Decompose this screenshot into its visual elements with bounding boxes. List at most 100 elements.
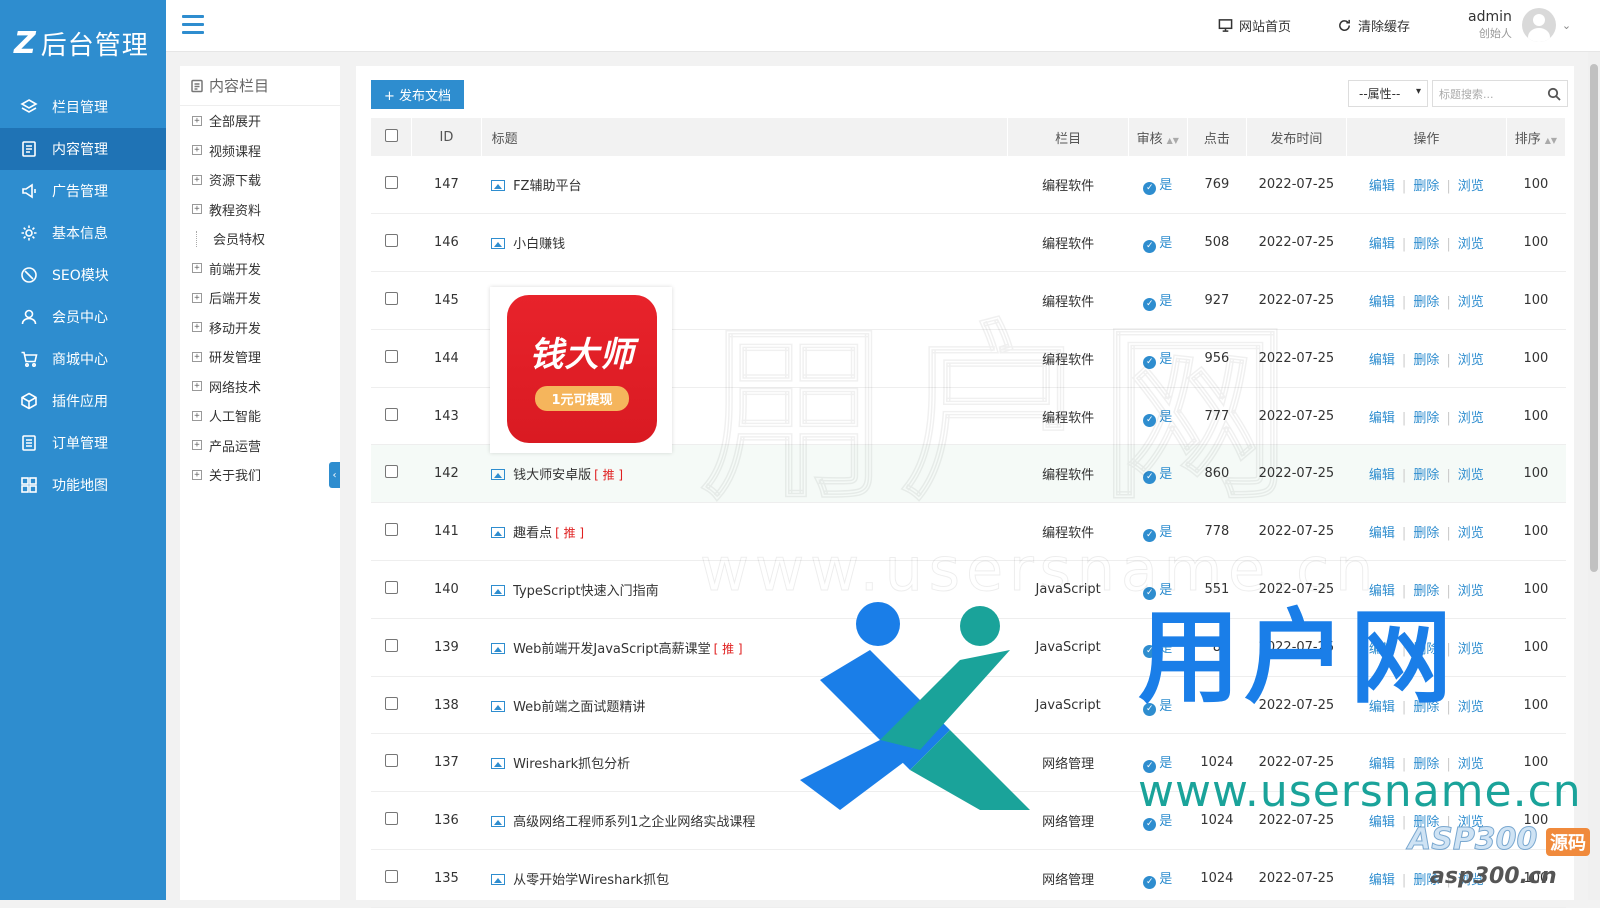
expand-icon[interactable]: + [192,204,202,215]
edit-link[interactable]: 编辑 [1369,295,1395,310]
view-link[interactable]: 浏览 [1458,584,1484,599]
expand-icon[interactable]: + [192,440,202,451]
sidebar-item-0[interactable]: 栏目管理 [0,86,166,128]
view-link[interactable]: 浏览 [1458,411,1484,426]
delete-link[interactable]: 删除 [1413,526,1439,541]
expand-icon[interactable]: + [192,292,202,303]
view-link[interactable]: 浏览 [1458,353,1484,368]
sidebar-item-4[interactable]: SEO模块 [0,254,166,296]
sidebar-item-5[interactable]: 会员中心 [0,296,166,338]
tree-item[interactable]: + 人工智能 [180,401,340,431]
row-title[interactable]: 从零开始学Wireshark抓包 [513,873,669,888]
row-sort[interactable]: 100 [1506,387,1566,446]
search-icon[interactable] [1547,87,1561,101]
header-sort[interactable]: 排序 ▲▼ [1506,118,1567,156]
edit-link[interactable]: 编辑 [1369,353,1395,368]
row-title[interactable]: 钱大师安卓版 [513,468,591,483]
row-select-cell[interactable] [371,271,412,330]
row-select-cell[interactable] [371,560,412,619]
row-checkbox[interactable] [384,754,398,768]
row-checkbox[interactable] [384,291,398,305]
row-audit-cell[interactable]: ✓ 是 [1128,156,1188,215]
page-scrollbar[interactable] [1588,52,1600,900]
row-checkbox[interactable] [384,234,398,248]
row-select-cell[interactable] [371,502,412,562]
delete-link[interactable]: 删除 [1413,411,1439,426]
view-link[interactable]: 浏览 [1458,642,1484,657]
tree-item[interactable]: + 后端开发 [180,283,340,313]
row-select-cell[interactable] [371,849,412,908]
avatar[interactable] [1521,8,1556,42]
publish-document-button[interactable]: + 发布文档 [371,80,464,109]
tree-item[interactable]: + 移动开发 [180,313,340,343]
table-row[interactable]: 146 小白赚钱 编程软件 ✓ 是 508 2022-07-25 编辑 | 删除 | 浏览 100 [371,213,1566,273]
tree-item[interactable]: + 视频课程 [180,136,340,166]
view-link[interactable]: 浏览 [1458,700,1484,715]
tree-item[interactable]: + 前端开发 [180,254,340,284]
select-all-checkbox[interactable] [384,128,398,142]
row-select-cell[interactable] [371,213,412,273]
row-title[interactable]: 高级网络工程师系列1之企业网络实战课程 [513,815,755,830]
row-checkbox[interactable] [384,869,398,883]
expand-icon[interactable]: + [192,322,202,333]
delete-link[interactable]: 删除 [1413,295,1439,310]
view-link[interactable]: 浏览 [1458,179,1484,194]
tree-item[interactable]: + 全部展开 [180,106,340,136]
row-checkbox[interactable] [384,638,398,652]
tree-item[interactable]: + 产品运营 [180,431,340,461]
sort-icon[interactable]: ▲▼ [1167,136,1179,145]
row-checkbox[interactable] [384,407,398,421]
row-checkbox[interactable] [384,580,398,594]
expand-icon[interactable]: + [192,381,202,392]
row-checkbox[interactable] [384,176,398,190]
row-select-cell[interactable] [371,618,412,677]
row-checkbox[interactable] [384,465,398,479]
expand-icon[interactable]: + [192,469,202,480]
row-select-cell[interactable] [371,387,412,446]
row-select-cell[interactable] [371,329,412,388]
title-search-input[interactable]: 标题搜索... [1432,80,1568,107]
edit-link[interactable]: 编辑 [1369,815,1395,830]
row-title[interactable]: TypeScript快速入门指南 [513,584,659,599]
attribute-select[interactable]: --属性-- ▾ [1348,80,1428,107]
row-select-cell[interactable] [371,444,412,504]
row-sort[interactable]: 100 [1506,676,1566,735]
row-sort[interactable]: 100 [1506,213,1566,273]
row-checkbox[interactable] [384,349,398,363]
edit-link[interactable]: 编辑 [1369,411,1395,426]
app-logo[interactable]: Z 后台管理 [0,0,166,86]
row-title[interactable]: Web前端开发JavaScript高薪课堂 [513,642,711,657]
row-sort[interactable]: 100 [1506,502,1566,562]
expand-icon[interactable]: + [192,174,202,185]
view-link[interactable]: 浏览 [1458,526,1484,541]
row-sort[interactable]: 100 [1506,329,1566,388]
tree-item[interactable]: + 网络技术 [180,372,340,402]
edit-link[interactable]: 编辑 [1369,237,1395,252]
delete-link[interactable]: 删除 [1413,584,1439,599]
tree-item[interactable]: + 资源下载 [180,165,340,195]
row-sort[interactable]: 100 [1506,618,1566,677]
row-title[interactable]: FZ辅助平台 [513,179,581,194]
expand-icon[interactable]: + [192,115,202,126]
row-select-cell[interactable] [371,676,412,735]
row-select-cell[interactable] [371,791,412,851]
sidebar-item-2[interactable]: 广告管理 [0,170,166,212]
expand-icon[interactable]: + [192,410,202,421]
row-title[interactable]: 趣看点 [513,526,552,541]
edit-link[interactable]: 编辑 [1369,468,1395,483]
clear-cache-link[interactable]: 清除缓存 [1337,16,1410,35]
user-menu[interactable]: admin 创始人 ⌄ [1468,8,1571,42]
row-title[interactable]: Web前端之面试题精讲 [513,700,645,715]
row-sort[interactable]: 100 [1506,156,1566,215]
menu-toggle-icon[interactable] [182,15,204,35]
tree-item[interactable]: + 教程资料 [180,195,340,225]
row-audit-cell[interactable]: ✓ 是 [1128,849,1188,908]
sidebar-item-3[interactable]: 基本信息 [0,212,166,254]
collapse-tree-button[interactable]: ‹ [329,462,340,488]
delete-link[interactable]: 删除 [1413,237,1439,252]
sidebar-item-9[interactable]: 功能地图 [0,464,166,506]
expand-icon[interactable]: + [192,263,202,274]
row-checkbox[interactable] [384,696,398,710]
expand-icon[interactable]: + [192,351,202,362]
view-link[interactable]: 浏览 [1458,237,1484,252]
